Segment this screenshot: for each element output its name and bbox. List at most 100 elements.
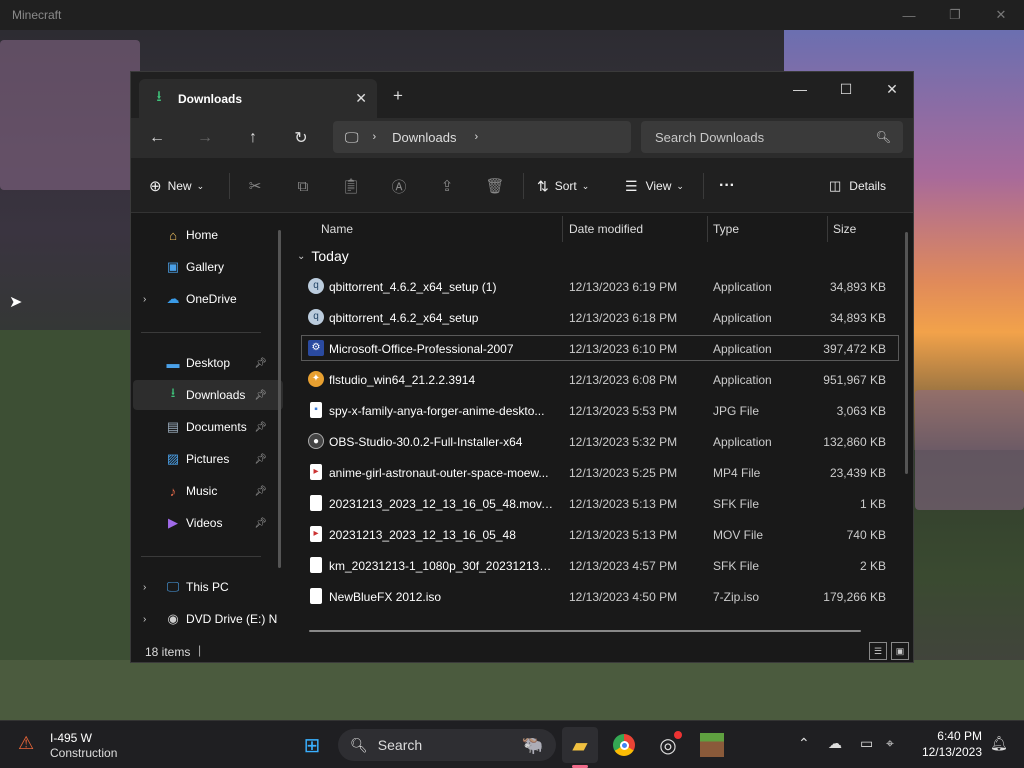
file-row[interactable]: ● OBS-Studio-30.0.2-Full-Installer-x64 1…: [305, 428, 899, 454]
weather-line1: I-495 W: [50, 731, 93, 745]
cut-button[interactable]: ✂: [243, 172, 267, 200]
maximize-icon[interactable]: ☐: [823, 74, 869, 104]
column-header-type[interactable]: Type: [713, 216, 739, 242]
file-row[interactable]: q qbittorrent_4.6.2_x64_setup 12/13/2023…: [305, 304, 899, 330]
paste-button[interactable]: 📋︎: [339, 172, 363, 200]
chrome-icon[interactable]: [606, 727, 642, 763]
sidebar-item-pictures[interactable]: ▨ Pictures 📌︎: [133, 444, 283, 474]
network-icon[interactable]: ⌖: [886, 735, 894, 752]
back-icon[interactable]: ←: [143, 124, 171, 152]
display-icon[interactable]: ▭: [860, 735, 873, 752]
column-header-name[interactable]: Name: [321, 216, 353, 242]
pin-icon[interactable]: 📌︎: [254, 422, 267, 433]
details-button[interactable]: ◫ Details: [829, 172, 886, 200]
tab-downloads[interactable]: ⭳ Downloads ✕: [139, 79, 377, 118]
up-icon[interactable]: ↑: [239, 124, 267, 152]
address-bar[interactable]: 🖵 › Downloads ›: [333, 121, 631, 153]
sidebar-item-this-pc[interactable]: › 🖵 This PC: [133, 572, 283, 602]
pin-icon[interactable]: 📌︎: [254, 486, 267, 497]
chevron-right-icon[interactable]: ›: [475, 131, 479, 143]
horizontal-scrollbar[interactable]: [309, 630, 861, 632]
search-label: Search: [377, 737, 423, 753]
file-row[interactable]: ▸ anime-girl-astronaut-outer-space-moew.…: [305, 459, 899, 485]
chevron-up-icon[interactable]: ⌃: [798, 735, 810, 752]
sidebar-item-music[interactable]: ♪ Music 📌︎: [133, 476, 283, 506]
onedrive-sync-icon[interactable]: ☁: [828, 735, 842, 752]
view-button[interactable]: ☰ View ⌄: [625, 172, 684, 200]
sidebar-item-gallery[interactable]: ▣ Gallery: [133, 252, 283, 282]
group-header-today[interactable]: ⌄ Today: [297, 248, 349, 264]
taskbar-search[interactable]: 🔍︎ Search 🐃: [338, 729, 556, 761]
vertical-scrollbar[interactable]: [905, 232, 908, 474]
chevron-right-icon[interactable]: ›: [143, 614, 146, 625]
pin-icon[interactable]: 📌︎: [254, 390, 267, 401]
new-button[interactable]: ⊕ New ⌄: [149, 172, 204, 200]
pin-icon[interactable]: 📌︎: [254, 454, 267, 465]
item-count: 18 items: [145, 645, 191, 659]
restore-icon[interactable]: ❐: [932, 0, 978, 30]
close-icon[interactable]: ✕: [869, 74, 915, 104]
delete-button[interactable]: 🗑︎: [483, 172, 507, 200]
details-view-icon[interactable]: ☰: [869, 642, 887, 660]
file-row[interactable]: ▪ spy-x-family-anya-forger-anime-deskto.…: [305, 397, 899, 423]
file-type: 7-Zip.iso: [713, 590, 760, 604]
file-explorer-icon[interactable]: ▰: [562, 727, 598, 763]
sidebar-scrollbar[interactable]: [278, 230, 281, 568]
minimize-icon[interactable]: —: [886, 0, 932, 30]
column-header-size[interactable]: Size: [833, 216, 856, 242]
notifications-icon[interactable]: 🔔︎: [990, 735, 1008, 752]
copy-button[interactable]: ⧉: [291, 172, 315, 200]
file-row[interactable]: ✦ flstudio_win64_21.2.2.3914 12/13/2023 …: [305, 366, 899, 392]
generic-file-icon: [310, 588, 322, 604]
sort-button[interactable]: ⇅ Sort ⌄: [537, 172, 589, 200]
file-row[interactable]: NewBlueFX 2012.iso 12/13/2023 4:50 PM 7-…: [305, 583, 899, 609]
file-row[interactable]: ⚙ Microsoft-Office-Professional-2007 12/…: [301, 335, 899, 361]
clock[interactable]: 6:40 PM 12/13/2023: [918, 729, 982, 759]
pin-icon[interactable]: 📌︎: [254, 358, 267, 369]
sidebar-item-documents[interactable]: ▤ Documents 📌︎: [133, 412, 283, 442]
file-row[interactable]: 20231213_2023_12_13_16_05_48.mov.sfk 12/…: [305, 490, 899, 516]
search-input[interactable]: Search Downloads 🔍︎: [641, 121, 903, 153]
tiles-view-icon[interactable]: ▣: [891, 642, 909, 660]
file-row[interactable]: ▸ 20231213_2023_12_13_16_05_48 12/13/202…: [305, 521, 899, 547]
sidebar-item-dvd-drive[interactable]: › ◉ DVD Drive (E:) N: [133, 604, 283, 634]
background-blossom: [915, 390, 1024, 510]
file-type: SFK File: [713, 497, 760, 511]
file-row[interactable]: q qbittorrent_4.6.2_x64_setup (1) 12/13/…: [305, 273, 899, 299]
search-icon: 🔍︎: [875, 130, 891, 144]
file-size: 2 KB: [859, 559, 886, 573]
sidebar-item-videos[interactable]: ▶ Videos 📌︎: [133, 508, 283, 538]
close-tab-icon[interactable]: ✕: [355, 90, 367, 107]
chevron-right-icon[interactable]: ›: [143, 582, 146, 593]
start-icon[interactable]: ⊞: [294, 727, 330, 763]
desktop-icon: ▬: [166, 355, 180, 371]
sidebar-item-label: Downloads: [186, 388, 246, 402]
sidebar-item-downloads[interactable]: ⭳ Downloads 📌︎: [133, 380, 283, 410]
rename-button[interactable]: Ⓐ: [387, 172, 411, 200]
column-header-date[interactable]: Date modified: [569, 216, 643, 242]
minimize-icon[interactable]: —: [777, 74, 823, 104]
installer-icon: ⚙: [308, 340, 324, 356]
column-divider[interactable]: [707, 216, 708, 242]
taskbar: ⚠ I-495 W Construction ⊞ 🔍︎ Search 🐃 ▰ ◎…: [0, 720, 1024, 768]
sidebar-item-home[interactable]: ⌂ Home: [133, 220, 283, 250]
chevron-right-icon[interactable]: ›: [143, 294, 146, 305]
refresh-icon[interactable]: ↻: [287, 124, 315, 152]
minecraft-icon[interactable]: [694, 727, 730, 763]
share-button[interactable]: ⇪: [435, 172, 459, 200]
sidebar-item-onedrive[interactable]: › ☁ OneDrive: [133, 284, 283, 314]
column-divider[interactable]: [562, 216, 563, 242]
sidebar-item-label: OneDrive: [186, 292, 237, 306]
new-tab-icon[interactable]: +: [393, 86, 403, 106]
more-options-button[interactable]: ···: [719, 172, 735, 200]
weather-widget[interactable]: ⚠ I-495 W Construction: [16, 729, 146, 761]
sidebar-item-desktop[interactable]: ▬ Desktop 📌︎: [133, 348, 283, 378]
pin-icon[interactable]: 📌︎: [254, 518, 267, 529]
chevron-right-icon[interactable]: ›: [373, 131, 377, 143]
forward-icon[interactable]: →: [191, 124, 219, 152]
file-name: 20231213_2023_12_13_16_05_48: [329, 528, 516, 542]
column-divider[interactable]: [827, 216, 828, 242]
file-row[interactable]: km_20231213-1_1080p_30f_20231213_184... …: [305, 552, 899, 578]
breadcrumb-downloads[interactable]: Downloads: [392, 130, 456, 145]
close-icon[interactable]: ✕: [978, 0, 1024, 30]
